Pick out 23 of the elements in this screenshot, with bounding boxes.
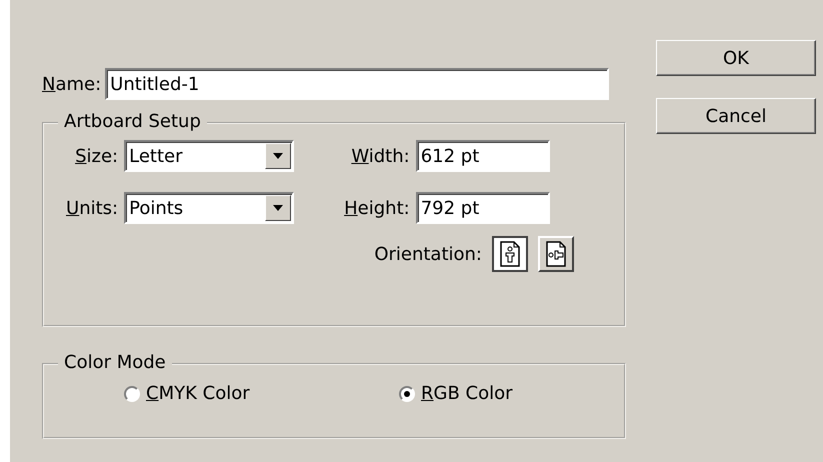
input-field[interactable]: 612 pt xyxy=(416,140,550,172)
field-label: Units: xyxy=(66,198,118,218)
caret-icon xyxy=(273,205,284,211)
field-label: Size: xyxy=(75,146,118,166)
radio-button[interactable] xyxy=(124,386,140,402)
field-label: Width: xyxy=(351,146,410,166)
field-label: Height: xyxy=(344,198,410,218)
orientation-label: Orientation: xyxy=(374,244,482,264)
radio-button[interactable] xyxy=(399,386,415,402)
name-field[interactable]: Untitled-1 xyxy=(105,68,610,100)
input-field[interactable]: 792 pt xyxy=(416,192,550,224)
caret-icon xyxy=(273,153,284,159)
landscape-page-icon xyxy=(545,241,567,267)
portrait-page-icon xyxy=(499,241,521,267)
orientation-button[interactable] xyxy=(492,236,528,272)
dropdown[interactable]: Letter xyxy=(124,140,294,172)
dialog-button[interactable]: OK xyxy=(656,40,816,76)
group-title: Artboard Setup xyxy=(58,111,207,132)
dropdown[interactable]: Points xyxy=(124,192,294,224)
radio-label: CMYK Color xyxy=(146,383,250,404)
radio-label: RGB Color xyxy=(421,383,513,404)
name-label: Name: xyxy=(42,74,102,94)
dialog-button[interactable]: Cancel xyxy=(656,98,816,134)
